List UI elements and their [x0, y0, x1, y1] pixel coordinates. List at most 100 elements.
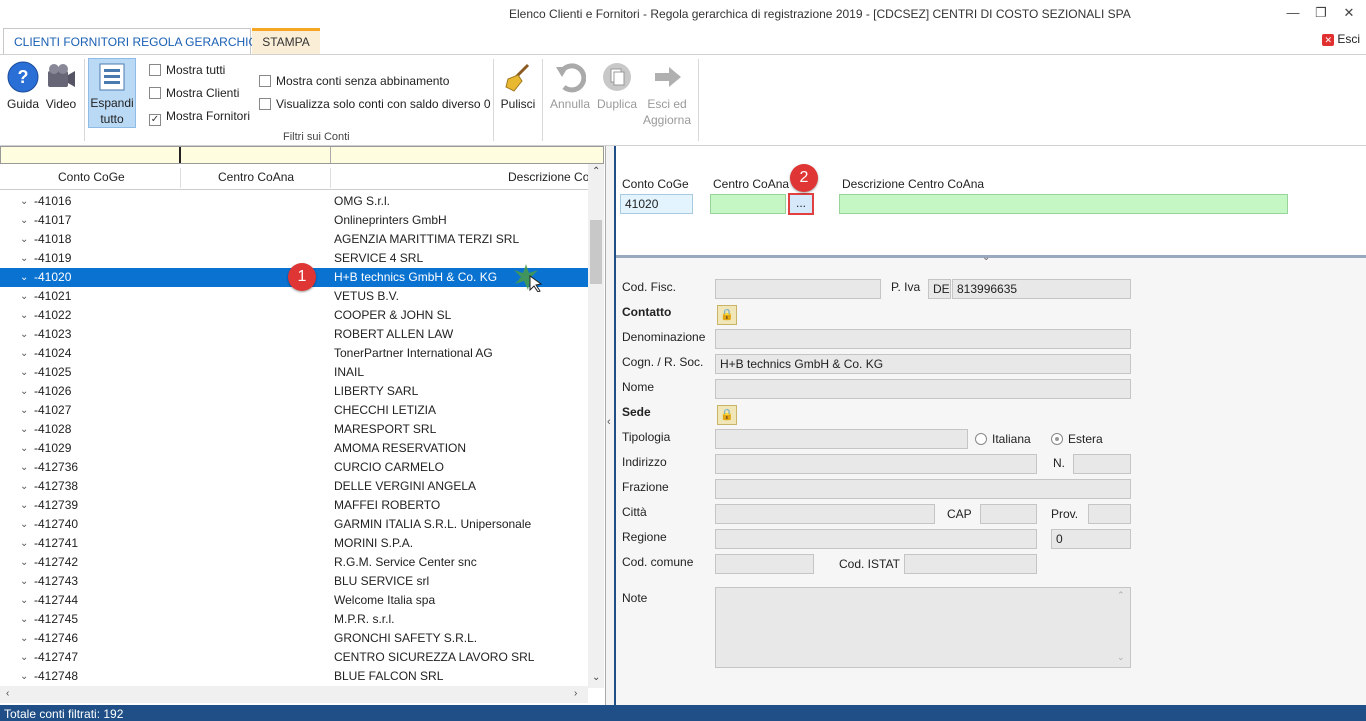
table-row[interactable]: ⌄ -412746 GRONCHI SAFETY S.R.L. [0, 629, 588, 648]
tree-expander-icon[interactable]: ⌄ [20, 610, 34, 629]
table-row[interactable]: ⌄ -41028 MARESPORT SRL [0, 420, 588, 439]
table-row[interactable]: ⌄ -41016 OMG S.r.l. [0, 192, 588, 211]
note-scroll-down-icon[interactable]: ⌄ [1117, 652, 1125, 663]
grid-vertical-scrollbar[interactable]: ⌃ ⌄ [588, 164, 604, 688]
note-scroll-up-icon[interactable]: ⌃ [1117, 590, 1125, 601]
tree-expander-icon[interactable]: ⌄ [20, 629, 34, 648]
mostra-tutti-checkbox[interactable]: Mostra tutti [149, 63, 225, 77]
tree-expander-icon[interactable]: ⌄ [20, 515, 34, 534]
table-row[interactable]: ⌄ -41022 COOPER & JOHN SL [0, 306, 588, 325]
numero-civico-field[interactable] [1073, 454, 1131, 474]
table-row[interactable]: ⌄ -412738 DELLE VERGINI ANGELA [0, 477, 588, 496]
esci-button[interactable]: ✕ Esci [1322, 32, 1360, 46]
cod-istat-field[interactable] [904, 554, 1037, 574]
table-row[interactable]: ⌄ -412741 MORINI S.P.A. [0, 534, 588, 553]
collapse-arrow-icon[interactable]: ‹ [607, 416, 611, 428]
tab-stampa[interactable]: STAMPA [252, 28, 320, 54]
tree-expander-icon[interactable]: ⌄ [20, 534, 34, 553]
minimize-button[interactable]: — [1283, 4, 1303, 22]
scrollbar-thumb[interactable] [590, 220, 602, 284]
cognome-ragione-sociale-field[interactable]: H+B technics GmbH & Co. KG [715, 354, 1131, 374]
tree-expander-icon[interactable]: ⌄ [20, 230, 34, 249]
tree-expander-icon[interactable]: ⌄ [20, 572, 34, 591]
table-row[interactable]: ⌄ -41018 AGENZIA MARITTIMA TERZI SRL [0, 230, 588, 249]
table-row[interactable]: ⌄ -41026 LIBERTY SARL [0, 382, 588, 401]
annulla-button[interactable]: Annulla [548, 61, 592, 112]
tree-expander-icon[interactable]: ⌄ [20, 667, 34, 686]
tree-expander-icon[interactable]: ⌄ [20, 477, 34, 496]
mostra-clienti-checkbox[interactable]: Mostra Clienti [149, 86, 239, 100]
col-header-desc[interactable]: Descrizione Co [508, 170, 589, 184]
grid-horizontal-scrollbar[interactable]: ‹ › [0, 686, 588, 703]
lock-icon[interactable]: 🔒 [717, 305, 737, 325]
tree-expander-icon[interactable]: ⌄ [20, 496, 34, 515]
conto-coge-field[interactable]: 41020 [620, 194, 693, 214]
table-row[interactable]: ⌄ -412740 GARMIN ITALIA S.R.L. Unipersonal… [0, 515, 588, 534]
cod-comune-field[interactable] [715, 554, 814, 574]
tree-expander-icon[interactable]: ⌄ [20, 439, 34, 458]
tree-expander-icon[interactable]: ⌄ [20, 382, 34, 401]
regione-code-field[interactable]: 0 [1051, 529, 1131, 549]
col-header-centro[interactable]: Centro CoAna [218, 170, 294, 184]
denominazione-field[interactable] [715, 329, 1131, 349]
note-field[interactable] [715, 587, 1131, 668]
nome-field[interactable] [715, 379, 1131, 399]
tree-expander-icon[interactable]: ⌄ [20, 249, 34, 268]
tree-expander-icon[interactable]: ⌄ [20, 401, 34, 420]
espandi-tutto-button[interactable]: Espandi tutto [88, 58, 136, 128]
frazione-field[interactable] [715, 479, 1131, 499]
table-row[interactable]: ⌄ -41023 ROBERT ALLEN LAW [0, 325, 588, 344]
guida-button[interactable]: ? Guida [6, 61, 40, 112]
table-row[interactable]: ⌄ -41021 VETUS B.V. [0, 287, 588, 306]
cap-field[interactable] [980, 504, 1037, 524]
tree-expander-icon[interactable]: ⌄ [20, 344, 34, 363]
tree-expander-icon[interactable]: ⌄ [20, 268, 34, 287]
table-row[interactable]: ⌄ -41027 CHECCHI LETIZIA [0, 401, 588, 420]
table-row[interactable]: ⌄ -412743 BLU SERVICE srl [0, 572, 588, 591]
panel-splitter[interactable]: ‹ [606, 146, 616, 705]
tree-expander-icon[interactable]: ⌄ [20, 211, 34, 230]
regione-field[interactable] [715, 529, 1037, 549]
filter-conto-input[interactable] [1, 147, 181, 163]
prov-field[interactable] [1088, 504, 1131, 524]
table-row[interactable]: ⌄ -412736 CURCIO CARMELO [0, 458, 588, 477]
video-button[interactable]: Video [44, 61, 78, 112]
saldo-diverso-checkbox[interactable]: Visualizza solo conti con saldo diverso … [259, 97, 491, 111]
tree-expander-icon[interactable]: ⌄ [20, 192, 34, 211]
table-row[interactable]: ⌄ -41017 Onlineprinters GmbH [0, 211, 588, 230]
estera-radio[interactable]: Estera [1051, 432, 1103, 446]
table-row[interactable]: ⌄ -412748 BLUE FALCON SRL [0, 667, 588, 686]
section-toggle-icon[interactable]: ⌄ [982, 252, 990, 263]
tree-expander-icon[interactable]: ⌄ [20, 287, 34, 306]
tree-expander-icon[interactable]: ⌄ [20, 420, 34, 439]
filter-desc-input[interactable] [331, 147, 603, 163]
pulisci-button[interactable]: Pulisci [499, 61, 537, 112]
mostra-fornitori-checkbox[interactable]: ✓ Mostra Fornitori [149, 109, 250, 126]
scroll-right-icon[interactable]: › [574, 688, 577, 699]
tree-expander-icon[interactable]: ⌄ [20, 591, 34, 610]
italiana-radio[interactable]: Italiana [975, 432, 1031, 446]
scroll-left-icon[interactable]: ‹ [6, 688, 9, 699]
scroll-up-icon[interactable]: ⌃ [592, 166, 600, 177]
close-button[interactable]: ✕ [1339, 4, 1359, 22]
table-row[interactable]: ⌄ -412747 CENTRO SICUREZZA LAVORO SRL [0, 648, 588, 667]
tree-expander-icon[interactable]: ⌄ [20, 648, 34, 667]
tree-expander-icon[interactable]: ⌄ [20, 306, 34, 325]
scroll-down-icon[interactable]: ⌄ [592, 672, 600, 683]
citta-field[interactable] [715, 504, 935, 524]
col-header-conto[interactable]: Conto CoGe [58, 170, 125, 184]
duplica-button[interactable]: Duplica [595, 61, 639, 112]
table-row[interactable]: ⌄ -412744 Welcome Italia spa [0, 591, 588, 610]
table-row[interactable]: ⌄ -412739 MAFFEI ROBERTO [0, 496, 588, 515]
tipologia-field[interactable] [715, 429, 968, 449]
cod-fisc-field[interactable] [715, 279, 881, 299]
table-row[interactable]: ⌄ -412742 R.G.M. Service Center snc [0, 553, 588, 572]
table-row[interactable]: ⌄ -412745 M.P.R. s.r.l. [0, 610, 588, 629]
senza-abbinamento-checkbox[interactable]: Mostra conti senza abbinamento [259, 74, 449, 88]
restore-button[interactable]: ❐ [1311, 4, 1331, 22]
table-row[interactable]: ⌄ -41029 AMOMA RESERVATION [0, 439, 588, 458]
tree-expander-icon[interactable]: ⌄ [20, 553, 34, 572]
tree-expander-icon[interactable]: ⌄ [20, 363, 34, 382]
table-row[interactable]: ⌄ -41024 TonerPartner International AG [0, 344, 588, 363]
tree-expander-icon[interactable]: ⌄ [20, 325, 34, 344]
